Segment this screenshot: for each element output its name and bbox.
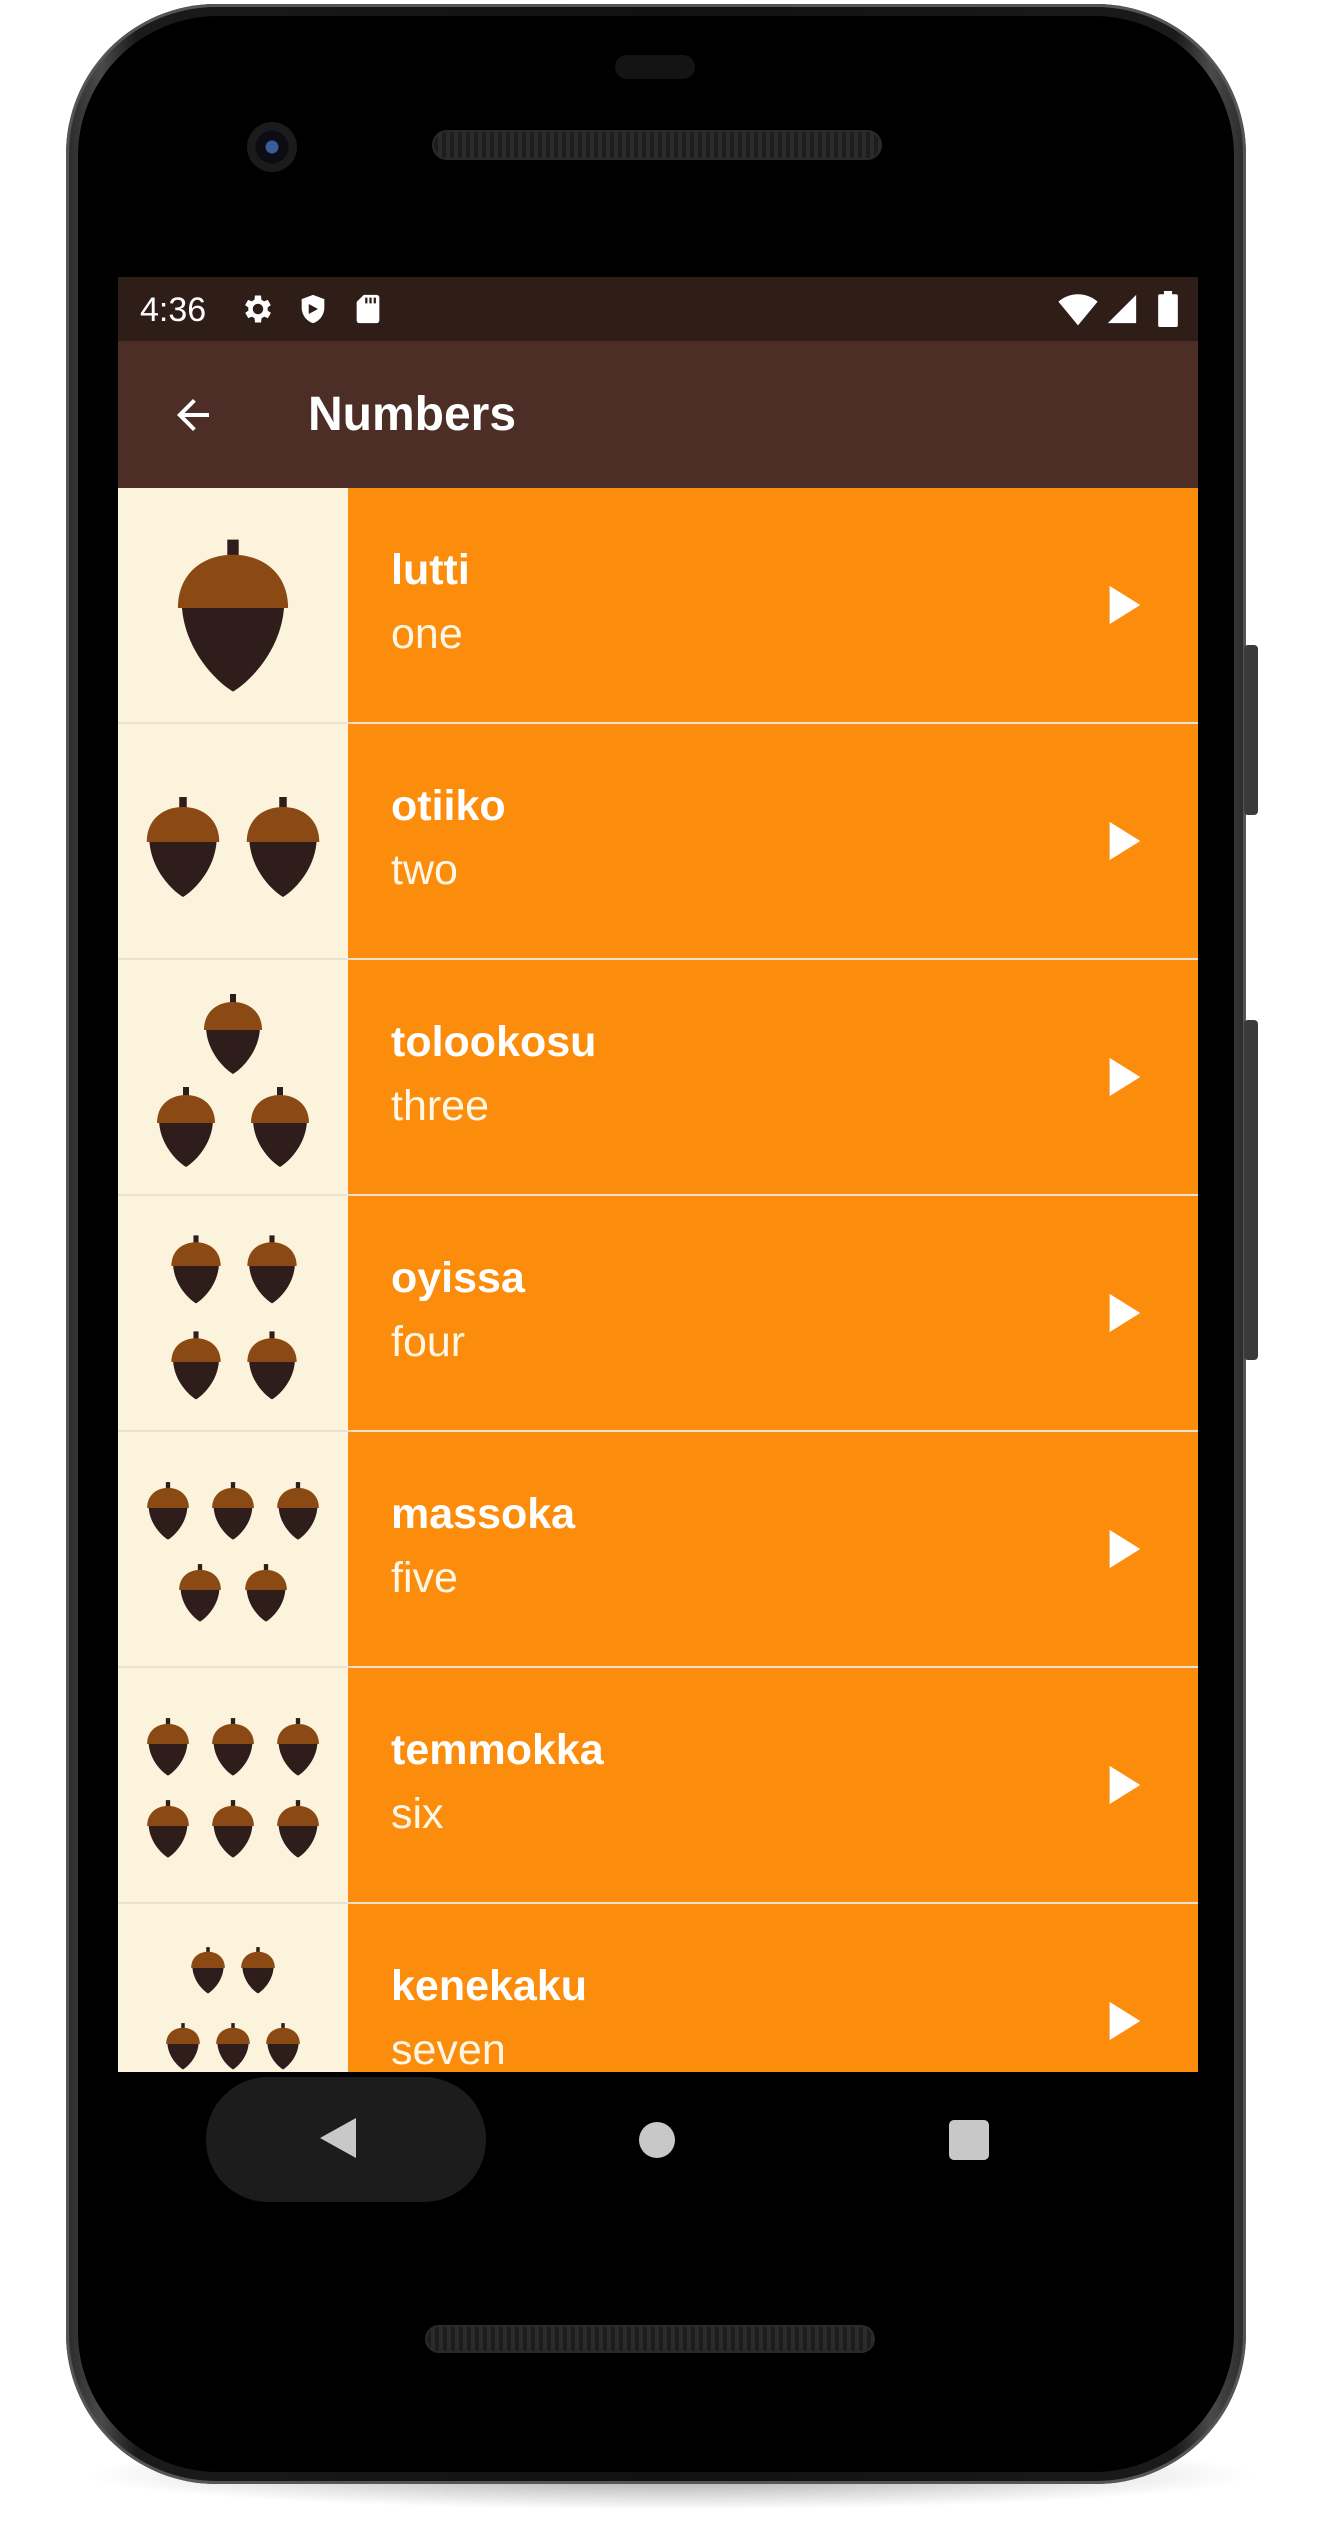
acorn-icon bbox=[147, 1482, 189, 1540]
list-item-content[interactable]: lutti one bbox=[348, 488, 1198, 722]
english-word: one bbox=[391, 610, 463, 658]
acorn-icon bbox=[277, 1482, 319, 1540]
acorn-image bbox=[118, 1668, 348, 1902]
english-word: five bbox=[391, 1554, 458, 1602]
acorn-icon bbox=[216, 2023, 250, 2070]
acorn-icon bbox=[266, 2023, 300, 2070]
list-item[interactable]: oyissa four bbox=[118, 1196, 1198, 1432]
sd-card-icon bbox=[348, 289, 388, 329]
acorn-icon bbox=[171, 1331, 221, 1400]
acorn-icon bbox=[204, 994, 262, 1074]
list-item-content[interactable]: otiiko two bbox=[348, 724, 1198, 958]
miwok-word: massoka bbox=[391, 1490, 576, 1538]
acorn-icon bbox=[251, 1087, 309, 1167]
miwok-word: lutti bbox=[391, 546, 470, 594]
acorn-image bbox=[118, 1432, 348, 1666]
acorn-icon bbox=[212, 1718, 254, 1776]
page-title: Numbers bbox=[308, 388, 517, 441]
acorn-image bbox=[118, 488, 348, 722]
miwok-word: tolookosu bbox=[391, 1018, 597, 1066]
english-word: two bbox=[391, 846, 458, 894]
nav-home-icon[interactable] bbox=[639, 2122, 675, 2158]
bottom-speaker bbox=[425, 2325, 875, 2353]
battery-icon bbox=[1148, 289, 1188, 329]
wifi-icon bbox=[1058, 289, 1098, 329]
acorn-icon bbox=[157, 1087, 215, 1167]
number-list: lutti one otiiko two tolookosu three oyi… bbox=[118, 488, 1198, 2072]
acorn-icon bbox=[245, 1564, 287, 1622]
acorn-icon bbox=[247, 1235, 297, 1304]
system-nav-bar bbox=[118, 2072, 1198, 2202]
play-icon[interactable] bbox=[1100, 1526, 1146, 1572]
list-item[interactable]: kenekaku seven bbox=[118, 1904, 1198, 2072]
acorn-icon bbox=[147, 1800, 189, 1858]
acorn-icon bbox=[179, 1564, 221, 1622]
acorn-image bbox=[118, 1196, 348, 1430]
app-bar: Numbers bbox=[118, 341, 1198, 488]
acorn-image bbox=[118, 724, 348, 958]
list-item-content[interactable]: massoka five bbox=[348, 1432, 1198, 1666]
acorn-image bbox=[118, 1904, 348, 2072]
english-word: seven bbox=[391, 2026, 506, 2072]
acorn-icon bbox=[146, 797, 220, 897]
miwok-word: kenekaku bbox=[391, 1962, 588, 2010]
acorn-icon bbox=[241, 1947, 275, 1994]
screen: 4:36 Numbers lutti one otiiko two tolook… bbox=[118, 277, 1198, 2072]
list-item[interactable]: temmokka six bbox=[118, 1668, 1198, 1904]
miwok-word: otiiko bbox=[391, 782, 506, 830]
acorn-icon bbox=[277, 1718, 319, 1776]
acorn-icon bbox=[212, 1482, 254, 1540]
play-icon[interactable] bbox=[1100, 818, 1146, 864]
list-item[interactable]: massoka five bbox=[118, 1432, 1198, 1668]
english-word: four bbox=[391, 1318, 466, 1366]
proximity-sensor bbox=[615, 55, 695, 79]
acorn-icon bbox=[177, 539, 289, 692]
list-item[interactable]: otiiko two bbox=[118, 724, 1198, 960]
list-item-content[interactable]: temmokka six bbox=[348, 1668, 1198, 1902]
acorn-icon bbox=[171, 1235, 221, 1304]
acorn-icon bbox=[212, 1800, 254, 1858]
acorn-image bbox=[118, 960, 348, 1194]
nav-recents-icon[interactable] bbox=[949, 2120, 989, 2160]
miwok-word: temmokka bbox=[391, 1726, 604, 1774]
front-camera bbox=[247, 122, 297, 172]
english-word: six bbox=[391, 1790, 444, 1838]
status-bar: 4:36 bbox=[118, 277, 1198, 341]
acorn-icon bbox=[247, 1331, 297, 1400]
list-item[interactable]: tolookosu three bbox=[118, 960, 1198, 1196]
english-word: three bbox=[391, 1082, 490, 1130]
settings-icon bbox=[238, 289, 278, 329]
power-button bbox=[1244, 645, 1258, 815]
acorn-icon bbox=[277, 1800, 319, 1858]
play-icon[interactable] bbox=[1100, 582, 1146, 628]
acorn-icon bbox=[191, 1947, 225, 1994]
nav-back-icon[interactable] bbox=[318, 2116, 358, 2160]
list-item-content[interactable]: kenekaku seven bbox=[348, 1904, 1198, 2072]
acorn-icon bbox=[246, 797, 320, 897]
volume-rocker bbox=[1244, 1020, 1258, 1360]
signal-icon bbox=[1102, 289, 1142, 329]
acorn-icon bbox=[147, 1718, 189, 1776]
play-icon[interactable] bbox=[1100, 1290, 1146, 1336]
list-item-content[interactable]: oyissa four bbox=[348, 1196, 1198, 1430]
miwok-word: oyissa bbox=[391, 1254, 525, 1302]
play-icon[interactable] bbox=[1100, 1054, 1146, 1100]
earpiece-speaker bbox=[432, 130, 882, 160]
list-item[interactable]: lutti one bbox=[118, 488, 1198, 724]
arrow-back-icon[interactable] bbox=[158, 385, 228, 445]
shield-icon bbox=[293, 289, 333, 329]
play-icon[interactable] bbox=[1100, 1762, 1146, 1808]
list-item-content[interactable]: tolookosu three bbox=[348, 960, 1198, 1194]
status-time: 4:36 bbox=[140, 291, 207, 329]
acorn-icon bbox=[166, 2023, 200, 2070]
play-icon[interactable] bbox=[1100, 1998, 1146, 2044]
